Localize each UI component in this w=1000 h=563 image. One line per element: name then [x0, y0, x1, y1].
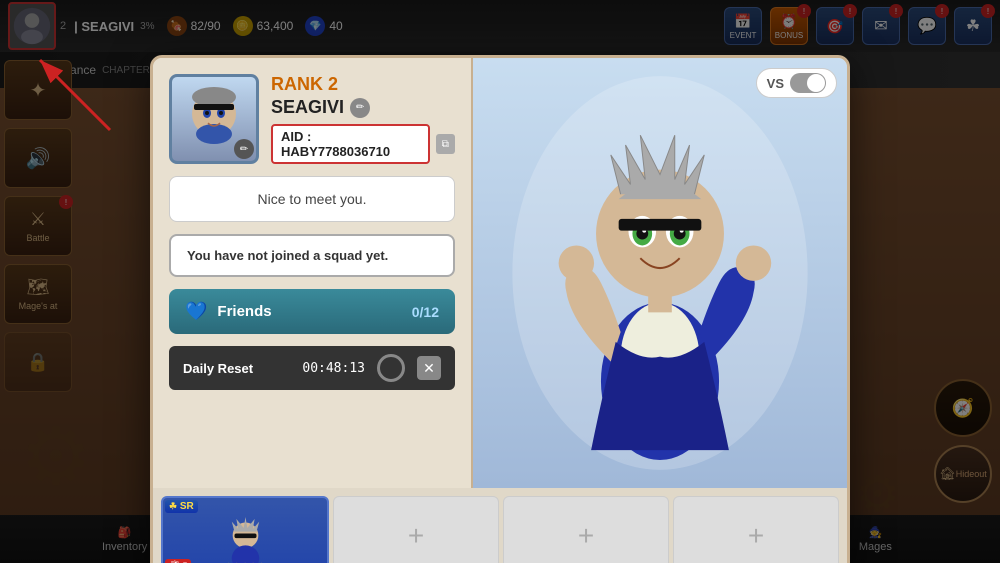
- profile-avatar[interactable]: ✏: [169, 74, 259, 164]
- card-char-svg: [218, 517, 273, 563]
- modal-left-panel: ✏ RANK 2 SEAGIVI ✏: [153, 58, 473, 488]
- message-text: Nice to meet you.: [258, 191, 367, 207]
- copy-icon: ⧉: [442, 139, 449, 150]
- char-card-slot-2[interactable]: +: [333, 496, 499, 563]
- clover-small-icon: ☘: [169, 501, 177, 511]
- timer-circle: [377, 354, 405, 382]
- add-card-icon-4: +: [748, 520, 764, 552]
- rank-text: RANK 2: [271, 74, 455, 95]
- add-card-icon-3: +: [578, 520, 594, 552]
- username-text: SEAGIVI: [271, 97, 344, 118]
- edit-pencil-icon: ✏: [356, 102, 364, 113]
- profile-modal: ✏ RANK 2 SEAGIVI ✏: [150, 55, 850, 563]
- friends-button[interactable]: 💙 Friends 0/12: [169, 289, 455, 334]
- squad-box: You have not joined a squad yet.: [169, 234, 455, 277]
- aid-row: AID : HABY7788036710 ⧉: [271, 124, 455, 164]
- char-card-slot-3[interactable]: +: [503, 496, 669, 563]
- avatar-edit-button[interactable]: ✏: [234, 139, 254, 159]
- friends-count: 0/12: [412, 304, 439, 320]
- character-art: [473, 58, 847, 488]
- modal-overlay: ✏ RANK 2 SEAGIVI ✏: [0, 0, 1000, 563]
- cards-row: ☘ SR 🛡 5 ★★★★★: [153, 488, 847, 563]
- profile-header: ✏ RANK 2 SEAGIVI ✏: [169, 74, 455, 164]
- friends-label: Friends: [217, 303, 271, 320]
- squad-text: You have not joined a squad yet.: [187, 248, 388, 263]
- modal-inner: ✏ RANK 2 SEAGIVI ✏: [153, 58, 847, 488]
- sr-label: SR: [180, 501, 194, 512]
- username-edit-button[interactable]: ✏: [350, 98, 370, 118]
- modal-right-panel: VS: [473, 58, 847, 488]
- message-box: Nice to meet you.: [169, 176, 455, 222]
- daily-reset-label: Daily Reset: [183, 361, 290, 376]
- char-card-slot-4[interactable]: +: [673, 496, 839, 563]
- main-char-card[interactable]: ☘ SR 🛡 5 ★★★★★: [161, 496, 329, 563]
- sr-badge: ☘ SR: [165, 500, 198, 513]
- daily-reset-bar: Daily Reset 00:48:13 ✕: [169, 346, 455, 390]
- character-svg: [473, 63, 847, 483]
- copy-aid-button[interactable]: ⧉: [436, 134, 455, 154]
- username-row: SEAGIVI ✏: [271, 97, 455, 118]
- friends-left: 💙 Friends: [185, 301, 272, 322]
- friends-heart-icon: 💙: [185, 301, 207, 322]
- daily-timer: 00:48:13: [302, 361, 365, 376]
- add-card-icon-2: +: [408, 520, 424, 552]
- profile-info: RANK 2 SEAGIVI ✏ AID : HABY7788036710: [271, 74, 455, 164]
- pencil-icon: ✏: [240, 144, 248, 155]
- game-background: 2 | SEAGIVI 3% 🍖 82/90 🪙 63,400 💎 40 📅 E…: [0, 0, 1000, 563]
- daily-reset-close[interactable]: ✕: [417, 356, 441, 380]
- aid-value: AID : HABY7788036710: [271, 124, 430, 164]
- char-card-content: ☘ SR 🛡 5 ★★★★★: [163, 498, 327, 563]
